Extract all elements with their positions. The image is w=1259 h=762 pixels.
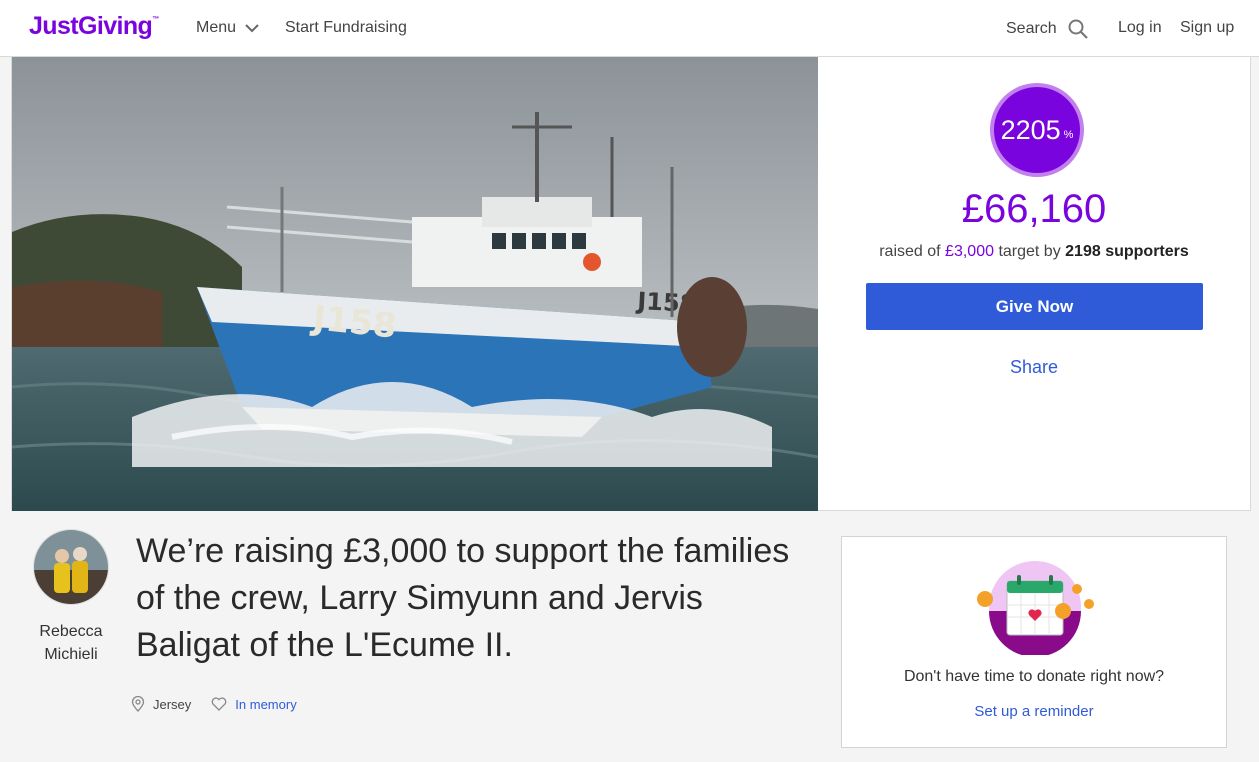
target-amount: £3,000 [945,243,994,260]
location: Jersey [131,696,191,712]
page-title: We’re raising £3,000 to support the fami… [136,532,790,664]
donation-progress-panel: 2205% £66,160 raised of £3,000 target by… [818,57,1250,511]
location-label: Jersey [153,696,192,712]
calendar-illustration [973,559,1097,657]
signup-link[interactable]: Sign up [1180,19,1234,37]
search-icon [1068,19,1088,39]
percent-value: 2205 [1000,114,1061,145]
site-header: JustGiving™ Menu Start Fundraising Searc… [0,0,1259,57]
chevron-down-icon [245,23,259,32]
menu-button[interactable]: Menu [196,19,259,37]
avatar[interactable] [33,529,109,605]
location-pin-icon [131,696,145,712]
category-label: In memory [235,696,297,712]
give-now-button[interactable]: Give Now [866,283,1203,330]
raised-amount: £66,160 [961,187,1107,231]
reminder-prompt: Don't have time to donate right now? [903,668,1165,685]
percent-raised-badge: 2205% [990,83,1084,177]
menu-label: Menu [196,19,237,36]
in-memory-category[interactable]: In memory [211,696,297,712]
start-fundraising-link[interactable]: Start Fundraising [285,19,407,37]
page-meta: Jersey In memory [131,696,297,712]
hero-section: J158 J158 2205 % £66,160 raised of £3,00… [11,57,1251,511]
fishing-boat-photo: J158 J158 [12,57,818,511]
search-button[interactable]: Search [1006,19,1088,39]
search-label: Search [1006,20,1057,37]
set-reminder-link[interactable]: Set up a reminder [842,703,1226,720]
donation-reminder-card: Don't have time to donate right now? Set… [841,536,1227,748]
heart-icon [211,697,227,711]
raised-summary: raised of £3,000 target by 2198 supporte… [879,243,1189,260]
share-link[interactable]: Share [818,357,1250,378]
supporters-count: 2198 supporters [1065,243,1189,260]
login-link[interactable]: Log in [1118,19,1162,37]
justgiving-logo[interactable]: JustGiving™ [29,12,159,41]
owner-name[interactable]: Rebecca Michieli [26,620,116,666]
